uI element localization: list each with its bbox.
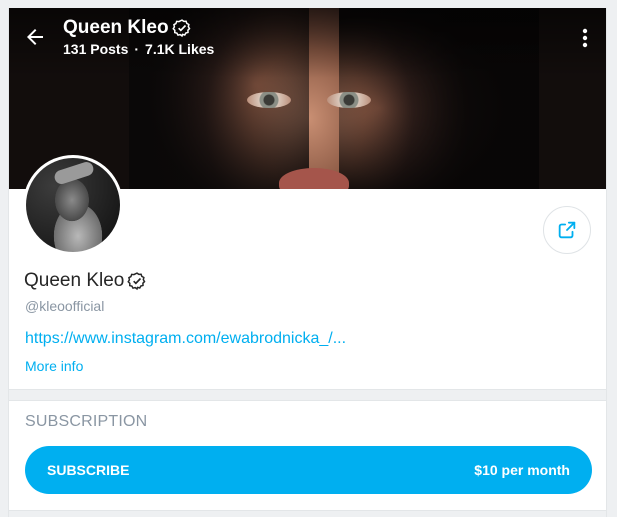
back-button[interactable]	[23, 25, 47, 49]
avatar-image	[26, 158, 120, 252]
profile-handle: @kleoofficial	[25, 298, 105, 314]
section-divider	[9, 389, 606, 401]
verified-badge-icon	[127, 272, 146, 291]
top-bar: Queen Kleo 131 Posts · 7.1K Likes	[9, 8, 606, 68]
profile-name-text: Queen Kleo	[24, 270, 125, 291]
share-icon	[558, 221, 576, 239]
avatar[interactable]	[23, 155, 123, 255]
header-title: Queen Kleo	[63, 17, 192, 39]
bottom-divider	[9, 510, 606, 517]
subscription-label: SUBSCRIPTION	[25, 413, 148, 430]
more-options-button[interactable]	[575, 26, 595, 50]
more-info-link[interactable]: More info	[25, 358, 83, 374]
profile-card: Queen Kleo 131 Posts · 7.1K Likes Queen …	[8, 8, 607, 517]
subscribe-button-label: SUBSCRIBE	[47, 462, 130, 478]
more-vertical-icon	[582, 28, 588, 48]
header-name: Queen Kleo	[63, 17, 169, 38]
header-stats: 131 Posts · 7.1K Likes	[63, 41, 214, 57]
profile-name: Queen Kleo	[24, 270, 147, 292]
arrow-left-icon	[27, 29, 43, 45]
stats-separator: ·	[134, 41, 140, 57]
likes-count: 7.1K Likes	[145, 41, 215, 57]
verified-badge-icon	[171, 19, 191, 38]
subscribe-price: $10 per month	[474, 462, 570, 478]
profile-link[interactable]: https://www.instagram.com/ewabrodnicka_/…	[25, 330, 346, 348]
subscribe-button[interactable]: SUBSCRIBE $10 per month	[25, 446, 592, 494]
posts-count: 131 Posts	[63, 41, 129, 57]
share-button[interactable]	[543, 206, 591, 254]
